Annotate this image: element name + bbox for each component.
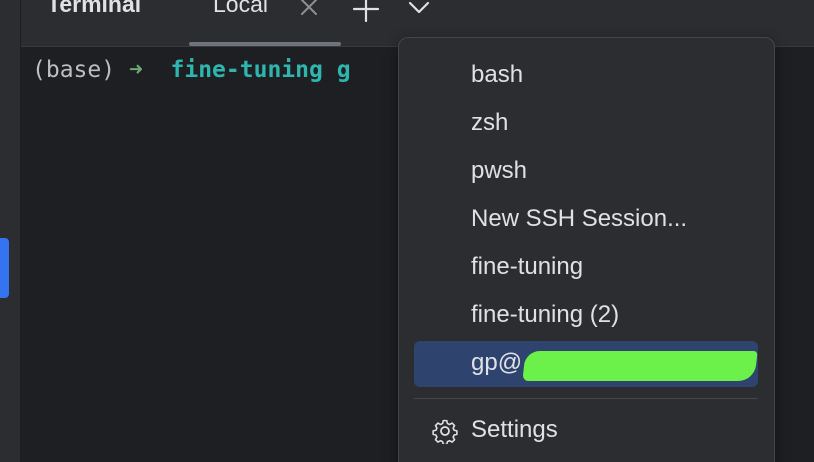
redaction-mark	[522, 351, 758, 381]
menu-item-label: bash	[471, 61, 524, 88]
chevron-down-icon[interactable]	[406, 0, 432, 20]
prompt-arrow-icon: ➜	[128, 57, 143, 83]
menu-item-label: zsh	[471, 109, 509, 136]
tab-active-underline	[189, 42, 341, 46]
menu-item-fine-tuning-2[interactable]: fine-tuning (2)	[414, 293, 758, 339]
shell-prompt: (base) ➜ fine-tuning g	[32, 57, 351, 83]
menu-item-label: gp@	[471, 349, 523, 376]
toolwindow-title: Terminal	[47, 0, 142, 17]
menu-item-label: New SSH Session...	[471, 205, 688, 232]
new-session-menu: bash zsh pwsh New SSH Session... fine-tu…	[398, 37, 775, 462]
tab-local[interactable]: Local	[189, 0, 341, 46]
menu-item-new-ssh-session[interactable]: New SSH Session...	[414, 197, 758, 243]
menu-item-label: pwsh	[471, 157, 528, 184]
prompt-env: (base)	[32, 57, 116, 83]
left-tool-strip	[0, 0, 21, 462]
close-icon[interactable]	[298, 0, 320, 18]
menu-item-bash[interactable]: bash	[414, 53, 758, 99]
menu-divider	[414, 398, 758, 399]
active-tool-indicator[interactable]	[0, 238, 9, 298]
gear-icon	[432, 418, 458, 446]
menu-item-label: fine-tuning (2)	[471, 301, 620, 328]
menu-item-label: fine-tuning	[471, 253, 584, 280]
prompt-rest: g	[336, 57, 351, 83]
menu-item-pwsh[interactable]: pwsh	[414, 149, 758, 195]
menu-item-ssh-host[interactable]: gp@	[414, 341, 758, 387]
prompt-directory: fine-tuning	[170, 57, 323, 83]
plus-icon[interactable]	[351, 0, 381, 23]
menu-item-settings[interactable]: Settings	[414, 408, 758, 454]
menu-item-fine-tuning[interactable]: fine-tuning	[414, 245, 758, 291]
menu-item-zsh[interactable]: zsh	[414, 101, 758, 147]
tab-label: Local	[213, 0, 268, 17]
menu-item-label: Settings	[471, 416, 558, 443]
